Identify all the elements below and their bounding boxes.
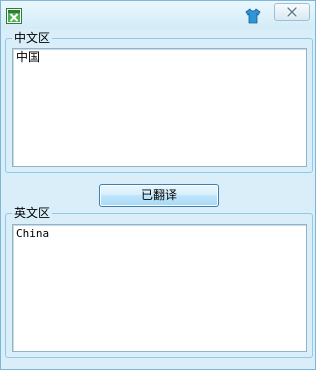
close-x-icon [286,6,298,18]
shirt-icon[interactable] [244,7,262,25]
english-text-area[interactable]: China [12,224,307,352]
chinese-section-label: 中文区 [12,30,53,46]
close-button[interactable] [274,3,310,21]
excel-icon [6,8,22,24]
app-window: 中文区 中国 已翻译 英文区 China [0,0,316,370]
chinese-text-area[interactable]: 中国 [12,48,307,167]
english-section-label: 英文区 [12,205,53,221]
english-section-group: 英文区 China [5,205,313,358]
title-bar[interactable] [1,1,315,29]
translate-button[interactable]: 已翻译 [99,184,219,207]
chinese-section-group: 中文区 中国 [5,30,313,173]
